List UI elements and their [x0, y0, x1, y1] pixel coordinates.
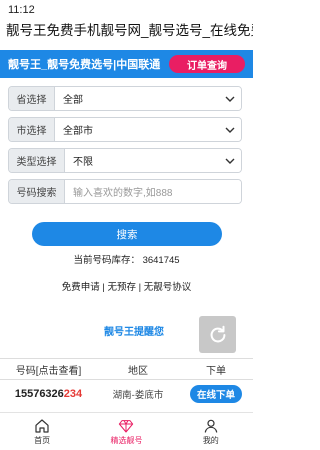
number-search-label: 号码搜索 — [9, 180, 65, 203]
number-tail: 234 — [63, 388, 83, 400]
status-time: 11:12 — [8, 4, 35, 16]
order-now-button[interactable]: 在线下单 — [189, 385, 242, 403]
nav-mine[interactable]: 我的 — [169, 413, 253, 450]
province-label: 省选择 — [9, 87, 55, 110]
header-order: 下单 — [206, 365, 226, 377]
nav-home-label: 首页 — [34, 435, 51, 445]
order-query-button[interactable]: 订单查询 — [169, 55, 245, 73]
page-heading: 靓号王免费手机靓号网_靓号选号_在线免费选… — [6, 23, 253, 38]
number-head: 15576326 — [14, 388, 64, 400]
no-prestore-link[interactable]: 无预存 — [107, 282, 136, 293]
number-search-input[interactable]: 输入喜欢的数字,如888 — [65, 180, 241, 203]
refresh-icon — [210, 325, 225, 342]
refresh-button[interactable] — [199, 316, 236, 353]
status-bar: 11:12 — [0, 0, 253, 20]
type-selected: 不限 — [73, 157, 93, 168]
province-selected: 全部 — [63, 95, 83, 106]
type-value[interactable]: 不限 — [65, 149, 241, 172]
stock-count: 当前号码库存： 3641745 — [73, 255, 180, 266]
free-apply-link[interactable]: 免费申请 — [62, 282, 100, 293]
agreement-link[interactable]: 无靓号协议 — [144, 282, 192, 293]
chevron-down-icon — [225, 96, 235, 102]
remind-link[interactable]: 靓号王提醒您 — [104, 323, 164, 338]
header-region: 地区 — [128, 365, 148, 377]
user-icon — [204, 419, 218, 433]
site-title: 靓号王_靓号免费选号|中国联通 — [8, 59, 161, 71]
header-number[interactable]: 号码[点击查看] — [0, 362, 97, 377]
search-button[interactable]: 搜索 — [32, 222, 222, 246]
type-label: 类型选择 — [9, 149, 65, 172]
search-form: 省选择 全部 市选择 全部市 类型选择 不限 号码搜索 输入喜欢的数字,如888 — [8, 86, 242, 210]
diamond-icon — [119, 419, 134, 432]
home-icon — [35, 418, 49, 433]
phone-number[interactable]: 15576326234 — [0, 388, 97, 400]
chevron-down-icon — [225, 127, 235, 133]
city-value[interactable]: 全部市 — [55, 118, 241, 141]
table-row[interactable]: 15576326234 湖南-娄底市 在线下单 — [0, 382, 253, 406]
nav-featured[interactable]: 精选靓号 — [84, 413, 168, 450]
number-search-row: 号码搜索 输入喜欢的数字,如888 — [8, 179, 242, 204]
site-header: 靓号王_靓号免费选号|中国联通 订单查询 — [0, 50, 253, 78]
province-select[interactable]: 省选择 全部 — [8, 86, 242, 111]
city-label: 市选择 — [9, 118, 55, 141]
city-select[interactable]: 市选择 全部市 — [8, 117, 242, 142]
nav-mine-label: 我的 — [202, 435, 219, 445]
nav-home[interactable]: 首页 — [0, 413, 84, 450]
type-select[interactable]: 类型选择 不限 — [8, 148, 242, 173]
table-header: 号码[点击查看] 地区 下单 — [0, 358, 253, 380]
region-cell: 湖南-娄底市 — [112, 390, 164, 401]
bottom-nav: 首页 精选靓号 我的 — [0, 412, 253, 450]
policy-links: 免费申请 | 无预存 | 无靓号协议 — [0, 279, 253, 293]
nav-featured-label: 精选靓号 — [110, 435, 143, 445]
city-selected: 全部市 — [63, 126, 93, 137]
chevron-down-icon — [225, 158, 235, 164]
separator: | — [136, 282, 144, 293]
province-value[interactable]: 全部 — [55, 87, 241, 110]
